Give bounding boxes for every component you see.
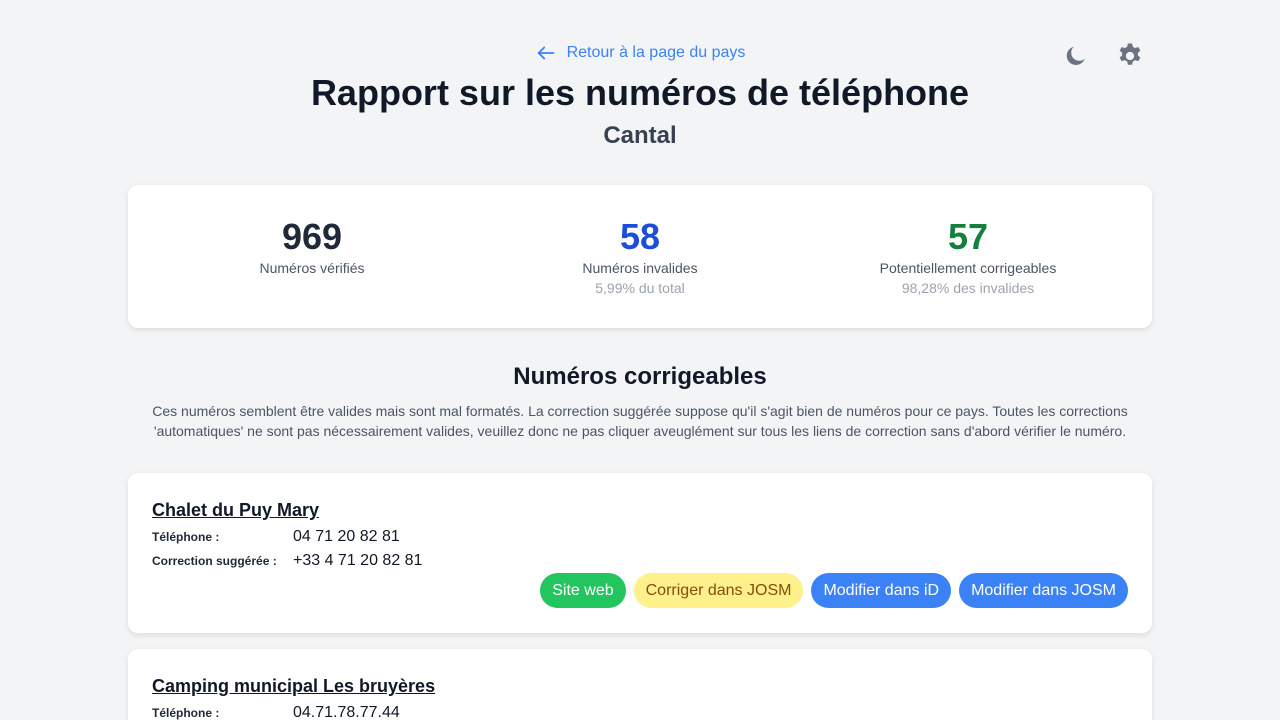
phone-row: Téléphone : 04 71 20 82 81 [152,528,400,546]
stats-card: 969 Numéros vérifiés 58 Numéros invalide… [128,185,1152,328]
top-right-toolbar [1060,40,1146,72]
stat-verified-label: Numéros vérifiés [259,260,365,276]
entry-card: Chalet du Puy Mary Téléphone : 04 71 20 … [128,473,1152,633]
stat-fixable-sub: 98,28% des invalides [901,280,1035,296]
entry-name-link[interactable]: Camping municipal Les bruyères [152,676,435,697]
stat-invalid: 58 Numéros invalides 5,99% du total [470,215,810,299]
fix-in-josm-button[interactable]: Corriger dans JOSM [633,573,804,608]
stat-fixable: 57 Potentiellement corrigeables 98,28% d… [798,215,1138,299]
stat-invalid-label: Numéros invalides [582,260,698,276]
stat-fixable-value: 57 [947,216,989,257]
phone-label: Téléphone : [152,530,220,544]
entry-card: Camping municipal Les bruyères Téléphone… [128,649,1152,720]
moon-icon[interactable] [1060,40,1092,72]
phone-value: 04.71.78.77.44 [293,704,400,720]
phone-row: Téléphone : 04.71.78.77.44 [152,704,400,720]
entry-actions: Site web Corriger dans JOSM Modifier dan… [540,573,1128,608]
stat-invalid-value: 58 [619,216,661,257]
phone-label: Téléphone : [152,706,220,720]
phone-value: 04 71 20 82 81 [293,528,400,545]
entry-name-link[interactable]: Chalet du Puy Mary [152,500,319,521]
suggested-value: +33 4 71 20 82 81 [293,552,423,569]
arrow-left-icon [537,46,554,60]
stat-invalid-sub: 5,99% du total [595,280,685,296]
website-button[interactable]: Site web [540,573,626,608]
stat-verified: 969 Numéros vérifiés [142,215,482,277]
edit-in-josm-button[interactable]: Modifier dans JOSM [959,573,1128,608]
page-title: Rapport sur les numéros de téléphone [310,72,970,113]
section-description: Ces numéros semblent être valides mais s… [152,403,1128,439]
edit-in-id-button[interactable]: Modifier dans iD [811,573,952,608]
gear-icon[interactable] [1114,40,1146,72]
section-title: Numéros corrigeables [513,363,767,390]
stat-verified-value: 969 [281,216,343,257]
stat-fixable-label: Potentiellement corrigeables [879,260,1057,276]
suggested-row: Correction suggérée : +33 4 71 20 82 81 [152,552,422,570]
suggested-label: Correction suggérée : [152,554,277,568]
back-link-label: Retour à la page du pays [566,44,746,61]
region-subtitle: Cantal [603,122,677,149]
